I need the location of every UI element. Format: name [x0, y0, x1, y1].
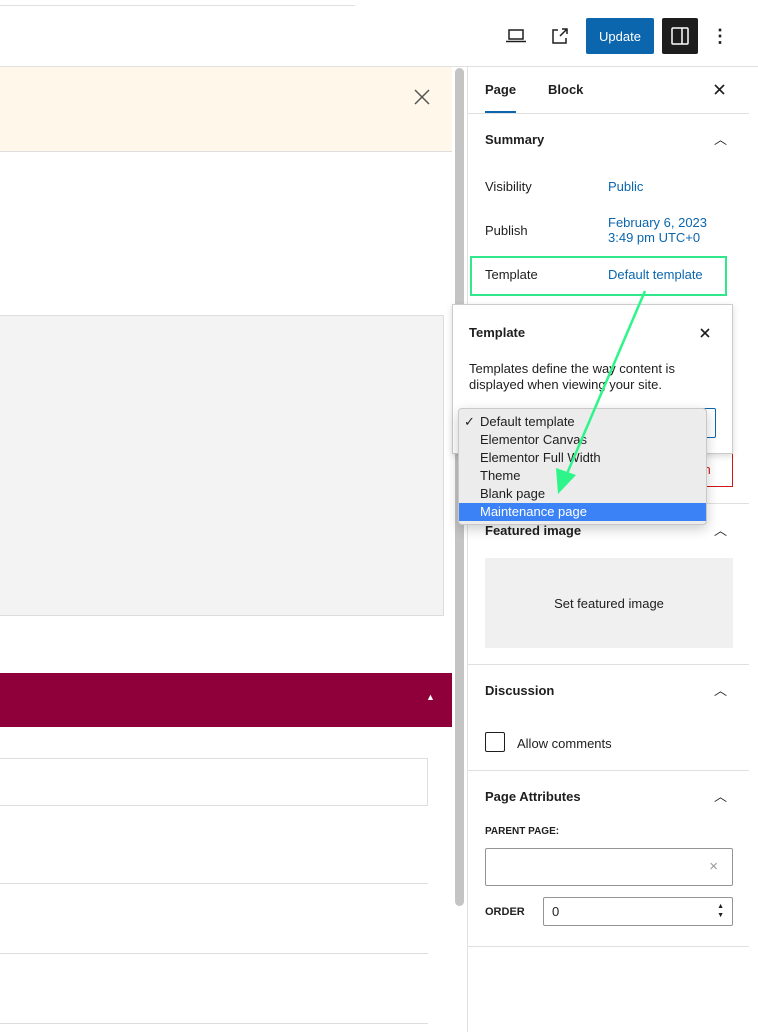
more-vertical-icon[interactable]: ⋮ — [705, 21, 735, 51]
order-input[interactable]: 0 ▲ ▼ — [543, 897, 733, 926]
checkmark-icon: ✓ — [464, 414, 475, 429]
tab-block[interactable]: Block — [548, 67, 583, 113]
sidebar-toggle-button[interactable] — [662, 18, 698, 54]
close-icon[interactable] — [700, 328, 710, 338]
order-value: 0 — [552, 904, 560, 919]
order-label: ORDER — [485, 906, 525, 918]
summary-title[interactable]: Summary — [485, 132, 544, 147]
metabox-input[interactable] — [0, 758, 428, 806]
allow-comments-label[interactable]: Allow comments — [517, 736, 612, 751]
visibility-label: Visibility — [485, 179, 532, 194]
option-blank-page[interactable]: Blank page — [459, 485, 706, 503]
option-elementor-full-width[interactable]: Elementor Full Width — [459, 449, 706, 467]
sidebar-toggle-icon — [671, 27, 689, 45]
visibility-value[interactable]: Public — [608, 179, 643, 194]
divider — [0, 883, 428, 884]
featured-image-title[interactable]: Featured image — [485, 523, 581, 538]
template-label: Template — [485, 267, 538, 282]
divider — [468, 113, 749, 114]
set-featured-image-button[interactable]: Set featured image — [485, 558, 733, 648]
allow-comments-checkbox[interactable] — [485, 732, 505, 752]
publish-date: February 6, 2023 — [608, 215, 708, 230]
option-maintenance-page[interactable]: Maintenance page — [459, 503, 706, 521]
collapse-arrow-icon[interactable]: ▲ — [426, 692, 435, 702]
template-value-button[interactable]: Default template — [608, 267, 703, 282]
chevron-up-icon[interactable]: ︿ — [714, 129, 727, 148]
option-theme[interactable]: Theme — [459, 467, 706, 485]
metabox-header[interactable]: ▲ — [0, 673, 452, 727]
preview-laptop-icon[interactable] — [501, 21, 531, 51]
publish-time: 3:49 pm UTC+0 — [608, 230, 701, 245]
tab-page[interactable]: Page — [485, 67, 517, 113]
divider — [0, 953, 428, 954]
option-label: Default template — [480, 414, 575, 429]
external-link-icon[interactable] — [545, 21, 575, 51]
divider — [0, 1023, 428, 1024]
publish-label: Publish — [485, 223, 528, 238]
parent-page-label: PARENT PAGE: — [485, 826, 560, 837]
chevron-up-icon[interactable]: ︿ — [714, 520, 727, 539]
chevron-up-icon[interactable]: ︿ — [714, 786, 727, 805]
notice-banner — [0, 67, 452, 152]
top-divider — [0, 0, 355, 6]
popover-description: Templates define the way content is disp… — [469, 361, 675, 392]
popover-title: Template — [469, 325, 526, 340]
option-default-template[interactable]: ✓ Default template — [459, 413, 706, 431]
divider — [468, 770, 749, 771]
content-placeholder-block — [0, 315, 444, 616]
close-icon[interactable] — [414, 89, 430, 105]
discussion-title[interactable]: Discussion — [485, 683, 554, 698]
template-dropdown-list: ✓ Default template Elementor Canvas Eleme… — [458, 408, 707, 525]
page-attributes-title[interactable]: Page Attributes — [485, 789, 581, 804]
chevron-up-icon[interactable]: ︿ — [714, 680, 727, 699]
update-button[interactable]: Update — [586, 18, 654, 54]
settings-sidebar: Page Block Summary ︿ Visibility Public P… — [467, 67, 758, 1032]
divider — [468, 664, 749, 665]
close-sidebar-icon[interactable] — [714, 84, 725, 95]
stepper-icon[interactable]: ▲ ▼ — [717, 902, 724, 920]
clear-icon[interactable]: × — [709, 858, 718, 875]
parent-page-select[interactable]: × — [485, 848, 733, 886]
divider — [468, 946, 749, 947]
publish-date-button[interactable]: February 6, 2023 3:49 pm UTC+0 — [608, 215, 707, 245]
option-elementor-canvas[interactable]: Elementor Canvas — [459, 431, 706, 449]
